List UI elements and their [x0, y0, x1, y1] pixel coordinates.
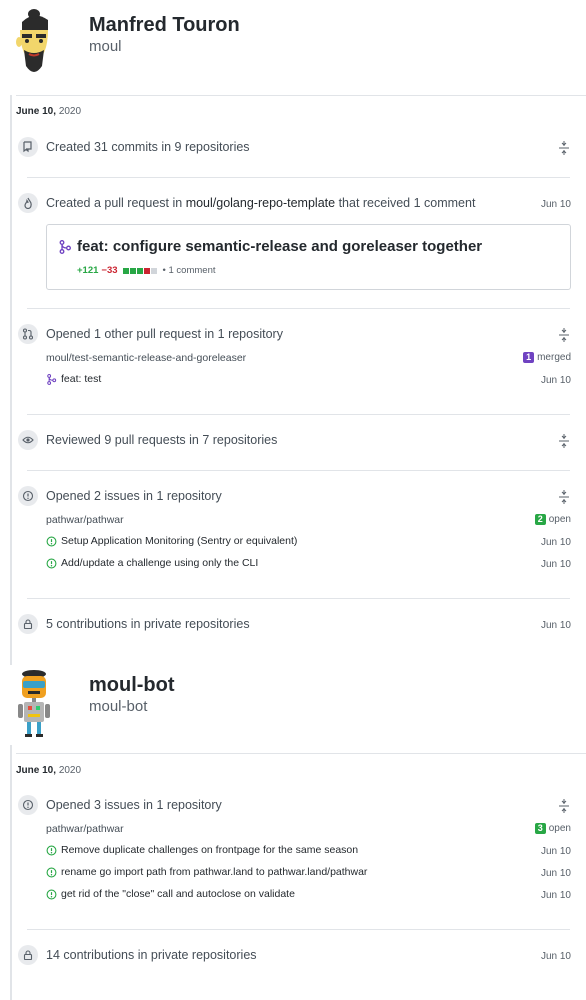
merged-count: 1 merged — [523, 352, 571, 363]
section-separator — [27, 308, 570, 309]
count-badge: 2 — [534, 514, 546, 525]
fold-icon[interactable] — [558, 490, 570, 504]
issue-title[interactable]: rename go import path from pathwar.land … — [61, 866, 367, 878]
state-label: merged — [537, 352, 571, 363]
date-heading: June 10, 2020 — [16, 106, 81, 117]
fold-icon[interactable] — [558, 328, 570, 342]
private-title: 14 contributions in private repositories — [46, 948, 257, 962]
section-separator — [27, 929, 570, 930]
date-month-day: June 10, — [16, 765, 57, 776]
private-title: 5 contributions in private repositories — [46, 617, 250, 631]
count-badge: 1 — [523, 352, 535, 363]
fold-icon[interactable] — [558, 434, 570, 448]
created-pr-title: Created a pull request in moul/golang-re… — [46, 196, 475, 210]
repo-link[interactable]: moul/golang-repo-template — [186, 196, 335, 210]
issue-title[interactable]: get rid of the "close" call and autoclos… — [61, 888, 295, 900]
divider — [16, 95, 586, 96]
pull-request-item[interactable]: feat: test — [46, 373, 101, 385]
commits-title[interactable]: Created 31 commits in 9 repositories — [46, 140, 250, 154]
profile-login[interactable]: moul-bot — [89, 698, 147, 715]
date-year: 2020 — [58, 106, 82, 117]
avatar[interactable] — [8, 8, 60, 80]
pull-request-card[interactable]: feat: configure semantic-release and gor… — [46, 224, 571, 290]
row-date: Jun 10 — [540, 868, 571, 879]
issue-title[interactable]: Setup Application Monitoring (Sentry or … — [61, 535, 297, 547]
timeline-line — [10, 745, 12, 1000]
state-label: open — [548, 823, 571, 834]
additions: +121 — [77, 265, 99, 276]
avatar[interactable] — [8, 668, 60, 740]
fold-icon[interactable] — [558, 799, 570, 813]
flame-icon — [18, 193, 38, 213]
lock-icon — [18, 614, 38, 634]
comment-count[interactable]: • 1 comment — [163, 265, 216, 276]
row-date: Jun 10 — [540, 199, 571, 210]
issue-opened-icon — [46, 889, 57, 899]
open-count: 3 open — [534, 823, 571, 834]
timeline-line — [10, 95, 12, 665]
issue-opened-icon — [46, 867, 57, 877]
issue-opened-icon — [18, 795, 38, 815]
row-date: Jun 10 — [540, 559, 571, 570]
open-count: 2 open — [534, 514, 571, 525]
profile-name[interactable]: Manfred Touron — [89, 14, 240, 37]
issue-opened-icon — [46, 536, 57, 546]
section-separator — [27, 414, 570, 415]
diffstat-blocks — [122, 267, 157, 274]
date-heading: June 10, 2020 — [16, 765, 81, 776]
count-badge: 3 — [534, 823, 546, 834]
git-pull-request-icon — [18, 324, 38, 344]
state-label: open — [548, 514, 571, 525]
divider — [16, 753, 586, 754]
issues-title[interactable]: Opened 3 issues in 1 repository — [46, 798, 222, 812]
diff-stats: +121 −33 • 1 comment — [77, 265, 216, 276]
diffstat-block — [150, 267, 157, 274]
issue-opened-icon — [18, 486, 38, 506]
issue-item[interactable]: get rid of the "close" call and autoclos… — [46, 888, 295, 900]
row-date: Jun 10 — [540, 537, 571, 548]
diffstat-block — [129, 267, 136, 274]
date-month-day: June 10, — [16, 106, 57, 117]
row-date: Jun 10 — [540, 846, 571, 857]
eye-icon — [18, 430, 38, 450]
profile-login[interactable]: moul — [89, 38, 122, 55]
opened-pr-title[interactable]: Opened 1 other pull request in 1 reposit… — [46, 327, 283, 341]
section-separator — [27, 598, 570, 599]
profile-name[interactable]: moul-bot — [89, 674, 175, 697]
issue-item[interactable]: rename go import path from pathwar.land … — [46, 866, 367, 878]
deletions: −33 — [101, 265, 118, 276]
row-date: Jun 10 — [540, 620, 571, 631]
issue-opened-icon — [46, 558, 57, 568]
git-merge-icon — [59, 240, 71, 254]
diffstat-block — [143, 267, 150, 274]
row-date: Jun 10 — [540, 890, 571, 901]
repo-link[interactable]: pathwar/pathwar — [46, 514, 124, 526]
lock-icon — [18, 945, 38, 965]
repo-push-icon — [18, 137, 38, 157]
issue-title[interactable]: Remove duplicate challenges on frontpage… — [61, 844, 358, 856]
row-date: Jun 10 — [540, 375, 571, 386]
diffstat-block — [122, 267, 129, 274]
created-pr-suffix: that received 1 comment — [338, 196, 476, 210]
issues-title[interactable]: Opened 2 issues in 1 repository — [46, 489, 222, 503]
issue-item[interactable]: Remove duplicate challenges on frontpage… — [46, 844, 358, 856]
section-separator — [27, 470, 570, 471]
diffstat-block — [136, 267, 143, 274]
issue-item[interactable]: Setup Application Monitoring (Sentry or … — [46, 535, 297, 547]
pr-title-link[interactable]: feat: configure semantic-release and gor… — [77, 238, 482, 255]
row-date: Jun 10 — [540, 951, 571, 962]
git-merge-icon — [47, 373, 57, 385]
section-separator — [27, 177, 570, 178]
fold-icon[interactable] — [558, 141, 570, 155]
pull-request-title[interactable]: feat: test — [61, 373, 101, 385]
issue-opened-icon — [46, 845, 57, 855]
reviewed-title[interactable]: Reviewed 9 pull requests in 7 repositori… — [46, 433, 277, 447]
repo-link[interactable]: moul/test-semantic-release-and-gorelease… — [46, 352, 246, 364]
issue-title[interactable]: Add/update a challenge using only the CL… — [61, 557, 258, 569]
issue-item[interactable]: Add/update a challenge using only the CL… — [46, 557, 258, 569]
date-year: 2020 — [58, 765, 82, 776]
repo-link[interactable]: pathwar/pathwar — [46, 823, 124, 835]
created-pr-prefix: Created a pull request in — [46, 196, 183, 210]
